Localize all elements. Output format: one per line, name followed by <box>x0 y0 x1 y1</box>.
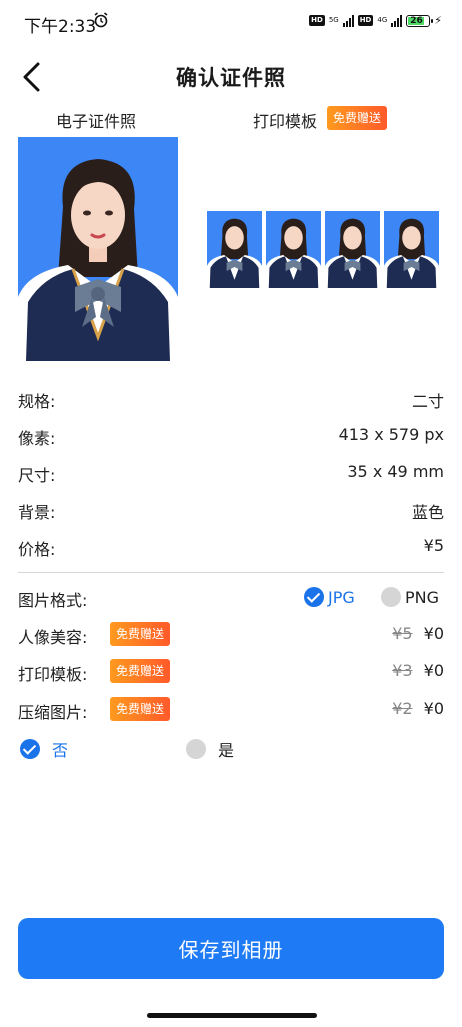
spec-row-pixels: 像素: 413 x 579 px <box>18 425 444 449</box>
free-gift-badge: 免费赠送 <box>110 697 171 721</box>
format-jpg-option[interactable]: JPG <box>304 587 355 607</box>
option-row-compress: 压缩图片: 免费赠送 ¥2 ¥0 <box>18 697 444 723</box>
free-gift-badge: 免费赠送 <box>110 659 171 683</box>
status-right: HD 5G HD 4G 26 ⚡ <box>309 14 442 27</box>
battery-level: 26 <box>410 15 423 26</box>
option-price: ¥2 ¥0 <box>392 699 444 718</box>
checked-radio-icon <box>304 587 324 607</box>
yes-label: 是 <box>218 741 235 760</box>
original-price: ¥3 <box>392 661 413 680</box>
spec-key: 价格: <box>18 540 56 559</box>
option-label: 压缩图片: <box>18 703 88 722</box>
digital-photo-label: 电子证件照 <box>56 112 137 131</box>
unchecked-radio-icon <box>381 587 401 607</box>
signal-icon <box>342 14 354 27</box>
print-template-label: 打印模板 <box>253 112 318 131</box>
status-bar: 下午2:33 HD 5G HD 4G 26 ⚡ <box>0 0 462 44</box>
alarm-icon <box>94 12 108 28</box>
print-photo-2 <box>266 211 321 288</box>
current-price: ¥0 <box>423 661 444 680</box>
original-price: ¥2 <box>392 699 413 718</box>
checked-radio-icon <box>20 739 40 759</box>
format-png-option[interactable]: PNG <box>381 587 439 607</box>
option-price: ¥3 ¥0 <box>392 661 444 680</box>
format-label: 图片格式: <box>18 591 88 610</box>
spec-value: 二寸 <box>411 392 444 411</box>
option-row-print-template: 打印模板: 免费赠送 ¥3 ¥0 <box>18 659 444 685</box>
id-photo-preview[interactable] <box>18 137 178 361</box>
portrait-image <box>207 211 262 288</box>
spec-row-price: 价格: ¥5 <box>18 536 444 560</box>
save-to-album-button[interactable]: 保存到相册 <box>18 918 444 979</box>
print-photo-4 <box>384 211 439 288</box>
unchecked-radio-icon <box>186 739 206 759</box>
spec-value: 35 x 49 mm <box>347 462 444 481</box>
option-row-beauty: 人像美容: 免费赠送 ¥5 ¥0 <box>18 622 444 648</box>
portrait-image <box>266 211 321 288</box>
compress-no-option[interactable]: 否 <box>20 737 68 761</box>
status-time: 下午2:33 <box>24 17 97 37</box>
portrait-image <box>18 137 178 361</box>
spec-value: ¥5 <box>423 536 444 555</box>
spec-key: 像素: <box>18 429 56 448</box>
option-price: ¥5 ¥0 <box>392 624 444 643</box>
portrait-image <box>384 211 439 288</box>
home-indicator[interactable] <box>147 1013 317 1018</box>
spec-value: 413 x 579 px <box>338 425 444 444</box>
png-label: PNG <box>405 587 440 607</box>
spec-key: 尺寸: <box>18 466 56 485</box>
spec-value: 蓝色 <box>411 503 444 522</box>
hd-icon: HD <box>309 15 325 26</box>
spec-row-size: 规格: 二寸 <box>18 388 444 412</box>
spec-row-background: 背景: 蓝色 <box>18 499 444 523</box>
option-label: 人像美容: <box>18 628 88 647</box>
battery-icon: 26 <box>406 14 434 27</box>
signal-icon <box>391 14 403 27</box>
charging-icon: ⚡ <box>434 14 442 27</box>
current-price: ¥0 <box>423 699 444 718</box>
compress-yes-option[interactable]: 是 <box>186 737 234 761</box>
no-label: 否 <box>52 741 69 760</box>
hd-icon: HD <box>357 15 374 26</box>
original-price: ¥5 <box>392 624 413 643</box>
print-photo-1 <box>207 211 262 288</box>
spec-row-dimensions: 尺寸: 35 x 49 mm <box>18 462 444 486</box>
page-title: 确认证件照 <box>176 66 286 90</box>
free-gift-badge: 免费赠送 <box>327 106 388 130</box>
option-label: 打印模板: <box>18 665 88 684</box>
current-price: ¥0 <box>423 624 444 643</box>
print-photo-3 <box>325 211 380 288</box>
network-type-1: 5G <box>328 16 339 24</box>
portrait-image <box>325 211 380 288</box>
jpg-label: JPG <box>328 587 355 607</box>
spec-key: 规格: <box>18 392 56 411</box>
divider <box>18 572 444 573</box>
network-type-2: 4G <box>377 16 388 24</box>
spec-key: 背景: <box>18 503 56 522</box>
free-gift-badge: 免费赠送 <box>110 622 171 646</box>
